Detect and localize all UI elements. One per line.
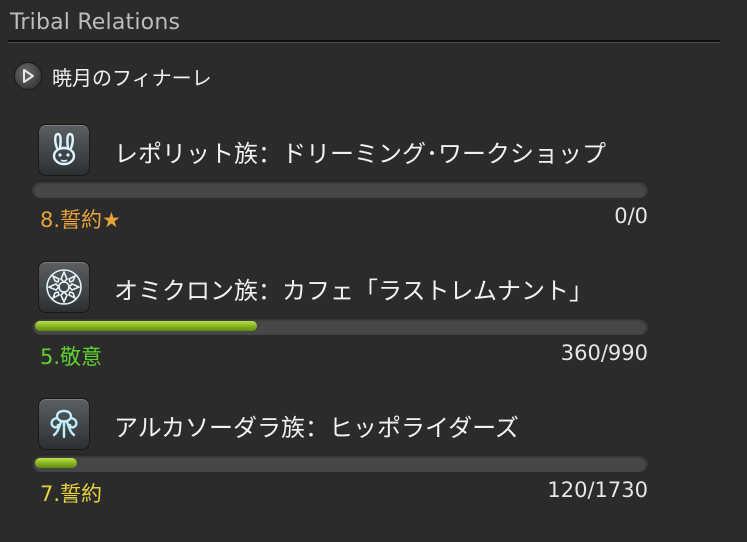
reputation-progress-fill	[35, 458, 77, 468]
play-triangle-icon[interactable]	[14, 62, 42, 90]
reputation-count: 120/1730	[547, 478, 648, 502]
expansion-section-header[interactable]: 暁月のフィナーレ	[14, 61, 212, 91]
reputation-count: 0/0	[614, 204, 648, 228]
flower-emblem-icon	[38, 261, 90, 313]
reputation-count: 360/990	[560, 341, 648, 365]
rabbit-icon	[38, 124, 90, 176]
section-label: 暁月のフィナーレ	[52, 65, 212, 90]
reputation-progress-fill	[35, 321, 257, 331]
window-title: Tribal Relations	[10, 10, 181, 35]
tribe-name: アルカソーダラ族：ヒッポライダーズ	[114, 414, 519, 442]
tribe-name: レポリット族：ドリーミング･ワークショップ	[114, 140, 606, 168]
reputation-progress-bar	[32, 180, 648, 198]
reputation-rank: 5.敬意	[40, 345, 103, 369]
tribe-name: オミクロン族：カフェ「ラストレムナント」	[114, 277, 594, 305]
title-divider	[8, 40, 720, 43]
tribal-relations-window: Tribal Relations 暁月のフィナーレ レポリット族：ドリーミング･	[0, 0, 747, 542]
reputation-progress-bar	[32, 317, 648, 335]
reputation-rank: 8.誓約★	[40, 208, 121, 232]
reputation-rank: 7.誓約	[40, 482, 103, 506]
reputation-progress-bar	[32, 454, 648, 472]
tentacle-emblem-icon	[38, 398, 90, 450]
